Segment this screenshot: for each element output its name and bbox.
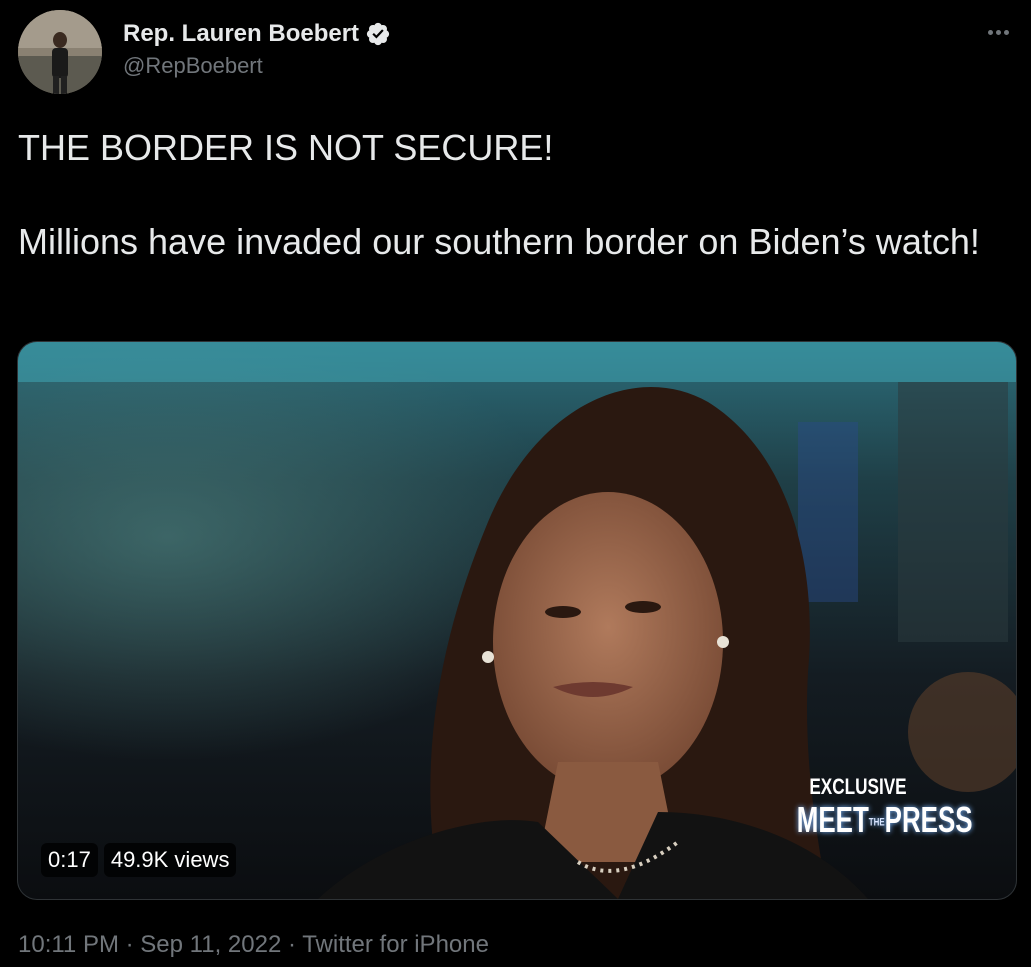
author-handle[interactable]: @RepBoebert — [123, 53, 391, 79]
meet-the-press-logo: EXCLUSIVE MEETTHEPRESS — [773, 774, 973, 840]
tweet-source[interactable]: Twitter for iPhone — [302, 931, 489, 958]
tweet-date[interactable]: Sep 11, 2022 — [140, 931, 281, 958]
logo-exclusive-text: EXCLUSIVE — [809, 774, 907, 799]
author-display-name[interactable]: Rep. Lauren Boebert — [123, 20, 359, 48]
tweet-metadata: 10:11 PM · Sep 11, 2022 · Twitter for iP… — [18, 931, 489, 959]
meta-separator: · — [118, 931, 141, 958]
author-block: Rep. Lauren Boebert @RepBoebert — [123, 19, 391, 79]
more-options-icon[interactable] — [983, 20, 1013, 44]
tweet-paragraph: THE BORDER IS NOT SECURE! — [18, 127, 554, 168]
video-view-count: 49.9K views — [103, 843, 237, 877]
logo-brand-left: MEET — [796, 799, 869, 840]
meta-separator: · — [281, 931, 303, 958]
tweet-paragraph: Millions have invaded our southern borde… — [18, 221, 980, 262]
video-info-overlay: 0:17 49.9K views — [41, 843, 237, 877]
tweet-text: THE BORDER IS NOT SECURE! Millions have … — [18, 124, 1008, 266]
video-duration: 0:17 — [41, 843, 98, 877]
avatar[interactable] — [18, 10, 102, 94]
logo-brand-right: PRESS — [884, 799, 973, 840]
logo-brand-the: THE — [868, 816, 885, 829]
logo-brand-text: MEETTHEPRESS — [796, 799, 973, 840]
verified-badge-icon — [365, 21, 391, 47]
video-player[interactable]: EXCLUSIVE MEETTHEPRESS 0:17 49.9K views — [17, 341, 1017, 900]
tweet-time[interactable]: 10:11 PM — [18, 931, 119, 958]
profile-photo-icon — [18, 10, 102, 94]
